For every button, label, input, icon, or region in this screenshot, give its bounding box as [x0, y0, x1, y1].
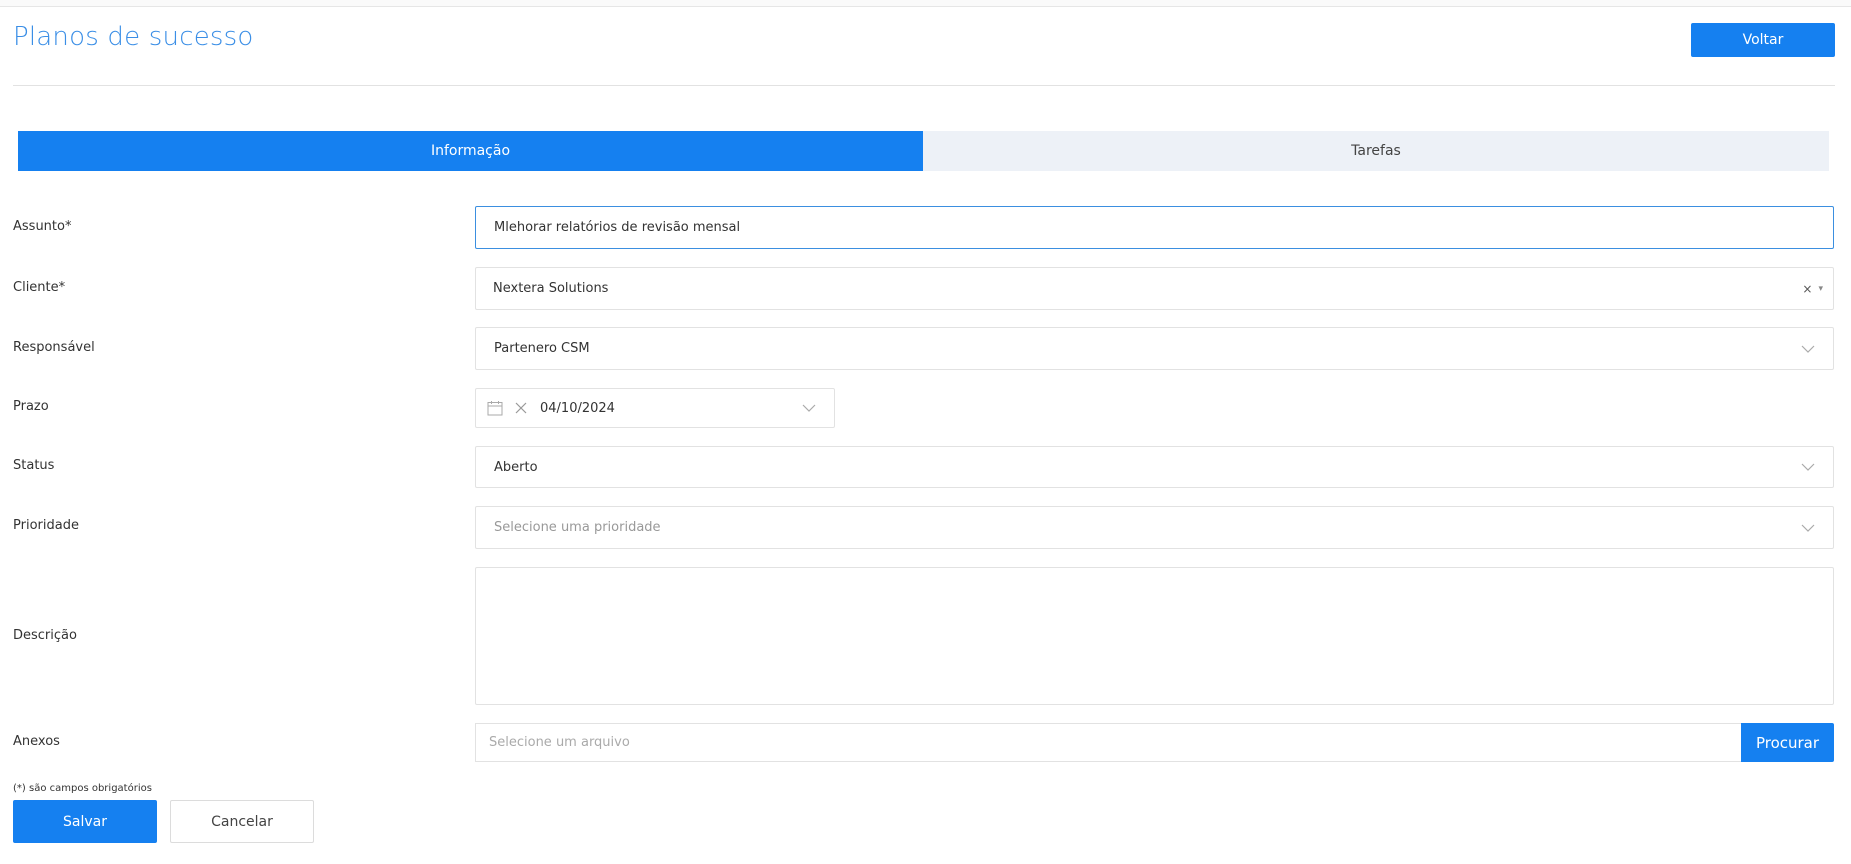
responsavel-value: Partenero CSM — [494, 341, 590, 356]
cliente-select[interactable]: Nextera Solutions × ▾ — [475, 267, 1834, 310]
assunto-value: Mlehorar relatórios de revisão mensal — [494, 220, 741, 235]
calendar-icon[interactable] — [486, 399, 504, 417]
prazo-value: 04/10/2024 — [540, 400, 615, 416]
cliente-label: Cliente* — [13, 280, 66, 295]
prazo-datepicker[interactable]: 04/10/2024 — [475, 388, 835, 428]
save-button[interactable]: Salvar — [13, 800, 157, 843]
caret-down-icon[interactable]: ▾ — [1818, 284, 1823, 294]
chevron-down-icon — [1801, 521, 1815, 535]
status-label: Status — [13, 458, 55, 473]
prazo-label: Prazo — [13, 399, 49, 414]
back-button[interactable]: Voltar — [1691, 23, 1835, 57]
browse-button[interactable]: Procurar — [1741, 723, 1834, 762]
chevron-down-icon — [802, 401, 816, 415]
cancel-button[interactable]: Cancelar — [170, 800, 314, 843]
descricao-textarea[interactable] — [475, 567, 1834, 705]
prioridade-label: Prioridade — [13, 518, 79, 533]
status-value: Aberto — [494, 459, 538, 475]
responsavel-label: Responsável — [13, 340, 95, 355]
assunto-label: Assunto* — [13, 219, 72, 234]
chevron-down-icon — [1801, 460, 1815, 474]
status-select[interactable]: Aberto — [475, 446, 1834, 488]
top-border — [0, 0, 1851, 7]
clear-date-icon[interactable] — [514, 401, 528, 415]
descricao-label: Descrição — [13, 628, 77, 643]
prioridade-placeholder: Selecione uma prioridade — [494, 520, 661, 535]
anexos-input[interactable]: Selecione um arquivo — [475, 723, 1741, 762]
header-divider — [13, 85, 1835, 86]
required-fields-note: (*) são campos obrigatórios — [13, 783, 152, 794]
page-title: Planos de sucesso — [13, 22, 254, 52]
prioridade-select[interactable]: Selecione uma prioridade — [475, 506, 1834, 549]
anexos-file-picker: Selecione um arquivo Procurar — [475, 723, 1834, 762]
clear-icon[interactable]: × — [1802, 282, 1812, 296]
chevron-down-icon — [1801, 342, 1815, 356]
cliente-value: Nextera Solutions — [493, 281, 609, 296]
anexos-label: Anexos — [13, 734, 60, 749]
tab-bar: Informação Tarefas — [18, 131, 1829, 171]
responsavel-select[interactable]: Partenero CSM — [475, 327, 1834, 370]
assunto-input[interactable]: Mlehorar relatórios de revisão mensal — [475, 206, 1834, 249]
tab-informacao[interactable]: Informação — [18, 131, 923, 171]
tab-tarefas[interactable]: Tarefas — [923, 131, 1829, 171]
